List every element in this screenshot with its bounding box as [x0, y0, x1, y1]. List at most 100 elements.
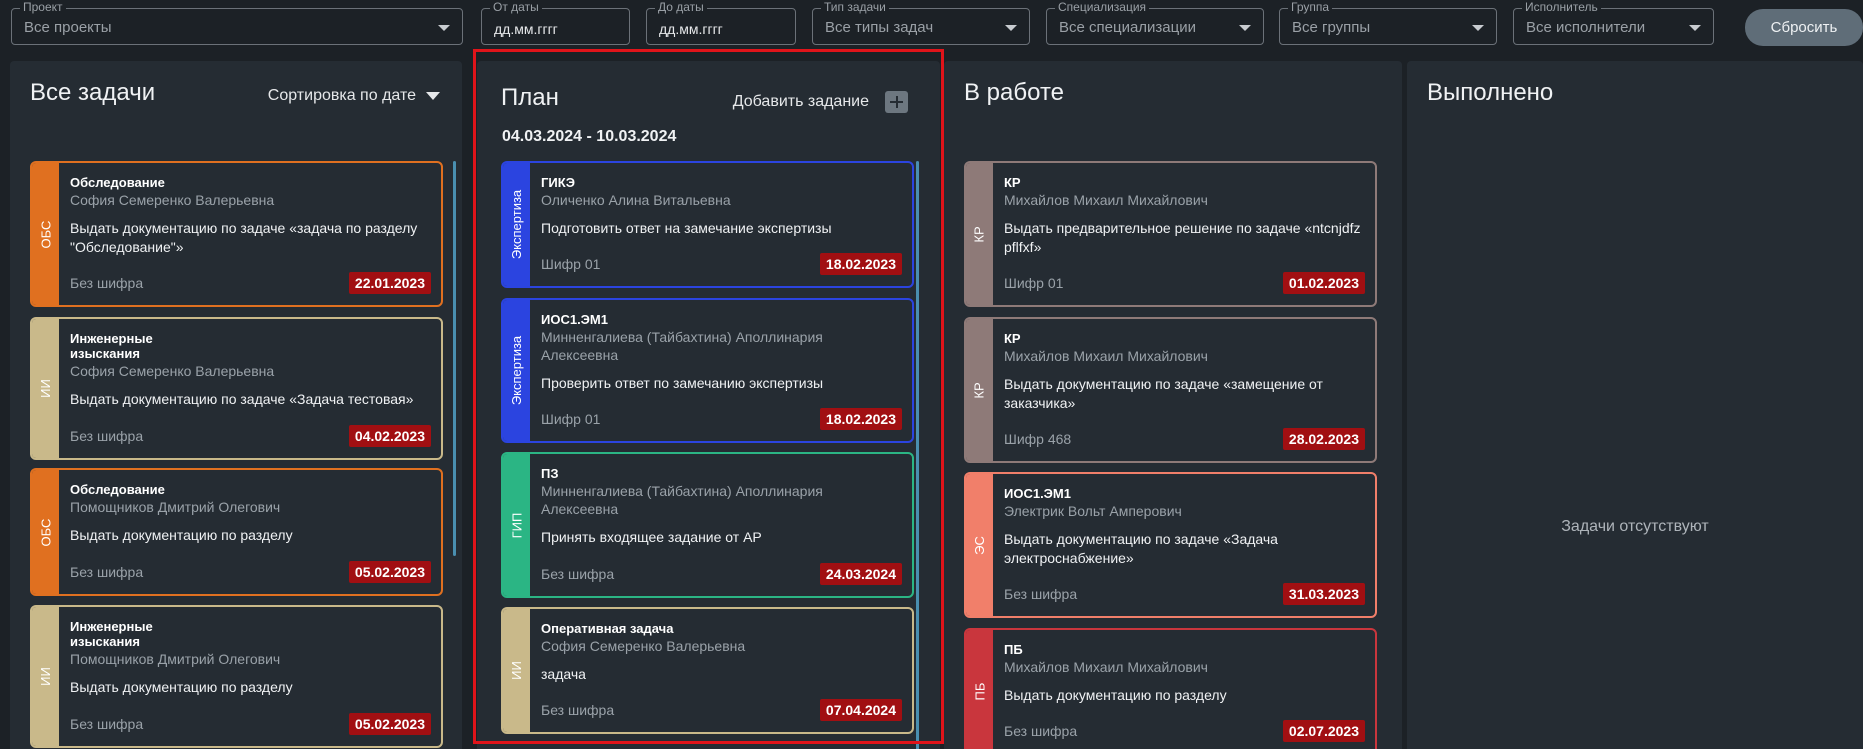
task-card[interactable]: ЭС ИОС1.ЭМ1 Электрик Вольт Амперович Выд… [964, 472, 1377, 618]
task-card[interactable]: ОБС Обследование Помощников Дмитрий Олег… [30, 468, 443, 596]
category-strip: Экспертиза [503, 163, 530, 286]
card-person: София Семеренко Валерьевна [70, 363, 275, 379]
specialization-select[interactable]: Специализация Все специализации [1046, 0, 1264, 45]
project-value: Все проекты [24, 19, 112, 36]
column-in-progress: В работе КР КР Михайлов Михаил Михайлови… [944, 61, 1402, 749]
card-person: София Семеренко Валерьевна [70, 192, 275, 208]
reset-button[interactable]: Сбросить [1745, 9, 1863, 46]
column-title: План [501, 84, 559, 111]
card-person: Минненгалиева (Тайбахтина) Аполлинария А… [541, 329, 823, 363]
add-task-label: Добавить задание [732, 93, 869, 110]
date-from-value: дд.мм.гггг [494, 21, 558, 37]
card-description: Выдать документацию по разделу [70, 527, 293, 543]
card-description: Выдать предварительное решение по задаче… [1004, 220, 1361, 255]
card-cipher: Без шифра [70, 716, 144, 732]
task-card[interactable]: Экспертиза ИОС1.ЭМ1 Минненгалиева (Тайба… [501, 298, 914, 443]
column-plan: План Добавить задание 04.03.2024 - 10.03… [477, 61, 940, 749]
card-title: Инженерные изыскания [70, 331, 153, 361]
card-person: Помощников Дмитрий Олегович [70, 499, 281, 515]
card-person: Оличенко Алина Витальевна [541, 192, 731, 208]
date-to-field[interactable]: До даты дд.мм.гггг [646, 0, 796, 45]
date-range: 04.03.2024 - 10.03.2024 [502, 128, 677, 145]
card-description: Выдать документацию по разделу [70, 679, 293, 695]
card-cipher: Шифр 01 [1004, 275, 1064, 291]
card-cipher: Без шифра [70, 428, 144, 444]
executor-value: Все исполнители [1526, 19, 1646, 36]
category-strip: КР [966, 319, 993, 461]
card-title: ГИКЭ [541, 175, 576, 190]
card-cipher: Без шифра [70, 564, 144, 580]
chevron-down-icon [438, 25, 450, 31]
date-to-label: До даты [655, 0, 707, 14]
sort-label: Сортировка по дате [267, 87, 416, 104]
sort-dropdown[interactable]: Сортировка по дате [268, 87, 440, 105]
task-card[interactable]: ИИ Инженерные изыскания Помощников Дмитр… [30, 605, 443, 748]
card-person: Михайлов Михаил Михайлович [1004, 659, 1208, 675]
category-strip: ИИ [32, 319, 59, 458]
scrollbar[interactable] [453, 161, 456, 556]
card-title: Оперативная задача [541, 621, 674, 636]
group-value: Все группы [1292, 19, 1371, 36]
card-description: Выдать документацию по задаче «Задача те… [70, 391, 414, 407]
due-date-badge: 01.02.2023 [1282, 272, 1365, 294]
card-description: Подготовить ответ на замечание экспертиз… [541, 220, 832, 236]
card-description: задача [541, 666, 586, 682]
category-strip: ИИ [32, 607, 59, 746]
due-date-badge: 05.02.2023 [348, 561, 431, 583]
category-strip: ОБС [32, 163, 59, 305]
add-task-button[interactable]: Добавить задание [733, 91, 908, 113]
chevron-down-icon [1472, 25, 1484, 31]
chevron-down-icon [1005, 25, 1017, 31]
task-card[interactable]: КР КР Михайлов Михаил Михайлович Выдать … [964, 161, 1377, 307]
specialization-value: Все специализации [1059, 19, 1196, 36]
task-card[interactable]: Экспертиза ГИКЭ Оличенко Алина Витальевн… [501, 161, 914, 288]
category-strip: КР [966, 163, 993, 305]
task-card[interactable]: ИИ Оперативная задача София Семеренко Ва… [501, 607, 914, 734]
card-title: ИОС1.ЭМ1 [541, 312, 608, 327]
group-label: Группа [1288, 0, 1333, 14]
group-select[interactable]: Группа Все группы [1279, 0, 1497, 45]
task-type-label: Тип задачи [821, 0, 889, 14]
card-title: ПЗ [541, 466, 559, 481]
task-card[interactable]: ОБС Обследование София Семеренко Валерье… [30, 161, 443, 307]
card-description: Выдать документацию по разделу [1004, 687, 1227, 703]
due-date-badge: 28.02.2023 [1282, 428, 1365, 450]
card-title: Инженерные изыскания [70, 619, 153, 649]
card-person: Помощников Дмитрий Олегович [70, 651, 281, 667]
card-cipher: Без шифра [1004, 723, 1078, 739]
project-select[interactable]: Проект Все проекты [11, 0, 463, 45]
card-title: ИОС1.ЭМ1 [1004, 486, 1071, 501]
card-title: Обследование [70, 175, 165, 190]
card-description: Принять входящее задание от АР [541, 529, 762, 545]
card-cipher: Без шифра [70, 275, 144, 291]
column-title: В работе [964, 79, 1065, 106]
column-title: Все задачи [30, 79, 156, 106]
category-strip: Экспертиза [503, 300, 530, 441]
category-strip: ПБ [966, 630, 993, 749]
task-type-select[interactable]: Тип задачи Все типы задач [812, 0, 1030, 45]
task-card[interactable]: ИИ Инженерные изыскания София Семеренко … [30, 317, 443, 460]
due-date-badge: 07.04.2024 [819, 699, 902, 721]
date-from-field[interactable]: От даты дд.мм.гггг [481, 0, 630, 45]
task-card[interactable]: КР КР Михайлов Михаил Михайлович Выдать … [964, 317, 1377, 463]
due-date-badge: 31.03.2023 [1282, 583, 1365, 605]
card-description: Выдать документацию по задаче «задача по… [70, 220, 418, 255]
card-cipher: Шифр 468 [1004, 431, 1072, 447]
card-cipher: Без шифра [541, 702, 615, 718]
filter-bar: Проект Все проекты От даты дд.мм.гггг До… [0, 0, 1863, 52]
card-description: Проверить ответ по замечанию экспертизы [541, 375, 824, 391]
scrollbar[interactable] [916, 161, 919, 749]
column-title: Выполнено [1427, 79, 1554, 106]
date-to-value: дд.мм.гггг [659, 21, 723, 37]
card-description: Выдать документацию по задаче «Задача эл… [1004, 531, 1278, 566]
executor-select[interactable]: Исполнитель Все исполнители [1513, 0, 1714, 45]
card-person: Минненгалиева (Тайбахтина) Аполлинария А… [541, 483, 823, 517]
due-date-badge: 18.02.2023 [819, 253, 902, 275]
date-from-label: От даты [490, 0, 542, 14]
chevron-down-icon [1239, 25, 1251, 31]
category-strip: ИИ [503, 609, 530, 732]
task-card[interactable]: ПБ ПБ Михайлов Михаил Михайлович Выдать … [964, 628, 1377, 749]
due-date-badge: 04.02.2023 [348, 425, 431, 447]
specialization-label: Специализация [1055, 0, 1150, 14]
task-card[interactable]: ГИП ПЗ Минненгалиева (Тайбахтина) Аполли… [501, 452, 914, 598]
